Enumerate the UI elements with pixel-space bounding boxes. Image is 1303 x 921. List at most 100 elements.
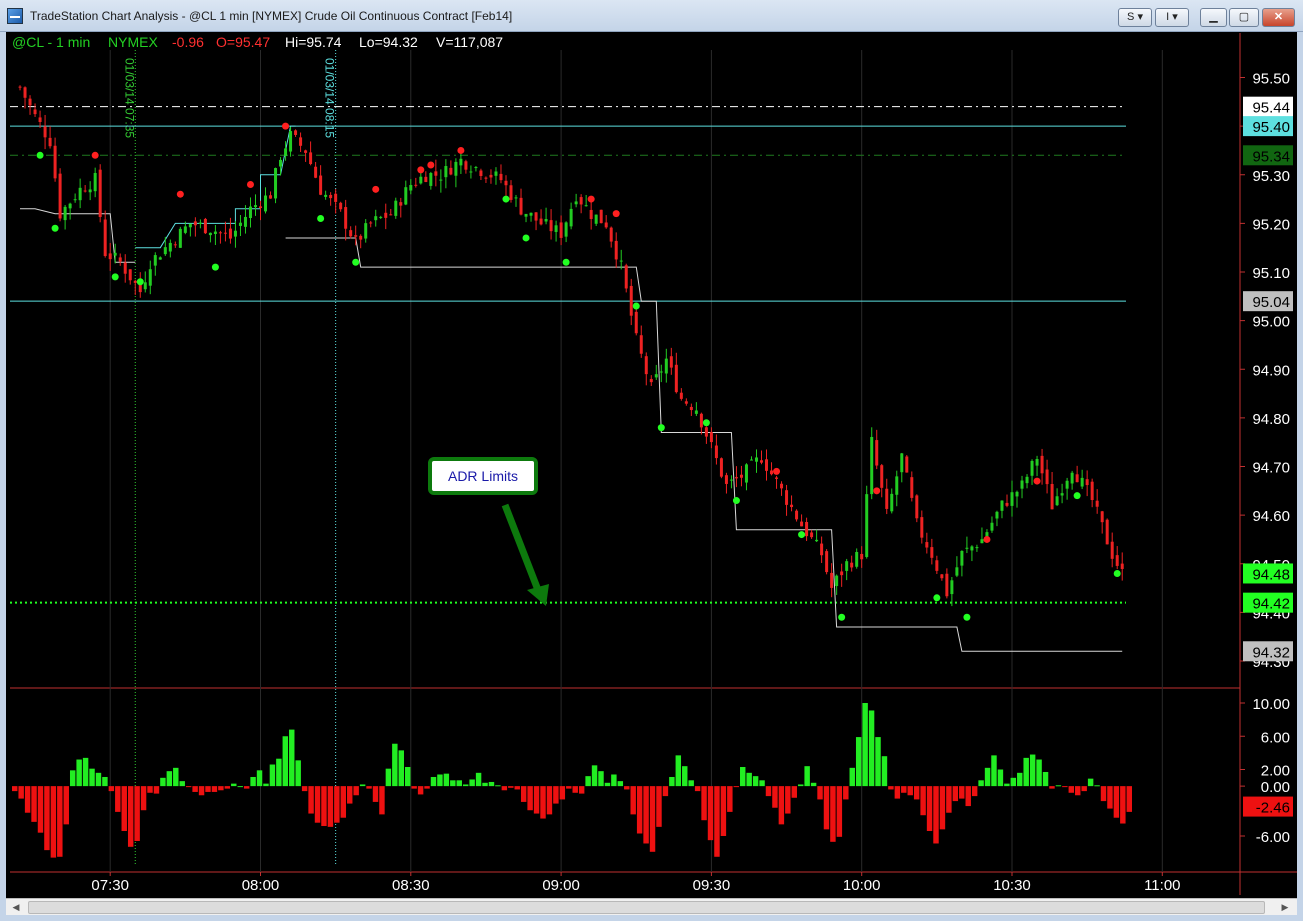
oscillator-bar	[147, 786, 153, 793]
candle-body	[679, 392, 683, 399]
candle-body	[284, 148, 288, 156]
scroll-left-icon[interactable]: ◀	[8, 900, 24, 914]
buy-signal-dot	[933, 594, 941, 602]
candle-body	[765, 459, 769, 471]
candle-body	[780, 483, 784, 489]
candle-body	[554, 225, 558, 232]
candle-body	[349, 230, 353, 237]
oscillator-bar	[759, 780, 765, 787]
candle-body	[734, 477, 738, 479]
oscillator-bar	[630, 786, 636, 815]
buy-signal-dot	[36, 151, 44, 159]
candle-body	[775, 477, 779, 479]
oscillator-bar	[636, 786, 643, 834]
oscillator-bar	[308, 786, 314, 814]
oscillator-bar	[404, 767, 411, 787]
scroll-right-icon[interactable]: ▶	[1277, 900, 1293, 914]
candle-body	[379, 216, 383, 218]
sell-signal-dot	[457, 146, 465, 154]
oscillator-bar	[127, 786, 134, 847]
oscillator-bar	[282, 736, 289, 787]
price-marker-label: 94.32	[1252, 644, 1290, 661]
candle-body	[1060, 493, 1064, 496]
oscillator-bar	[256, 770, 263, 787]
candle-body	[790, 504, 794, 508]
candle-body	[674, 364, 678, 393]
candle-body	[925, 542, 929, 548]
candle-body	[294, 130, 298, 135]
candle-body	[1115, 555, 1119, 566]
oscillator-bar	[12, 786, 18, 792]
candle-body	[975, 547, 979, 549]
time-axis-label: 08:30	[392, 877, 430, 894]
scrollbar-thumb[interactable]	[28, 901, 1265, 914]
candle-body	[684, 401, 688, 404]
candle-body	[429, 173, 433, 186]
oscillator-bar	[1036, 759, 1042, 787]
oscillator-bar	[211, 786, 218, 792]
oscillator-bar	[1023, 757, 1029, 787]
candle-body	[404, 187, 408, 205]
horizontal-scrollbar[interactable]: ◀ ▶	[6, 898, 1297, 915]
candle-body	[1010, 492, 1014, 506]
oscillator-bar	[469, 779, 475, 787]
oscillator-bar	[598, 771, 604, 787]
candle-body	[589, 209, 593, 219]
candle-body	[850, 562, 854, 568]
candle-body	[1055, 496, 1059, 506]
price-axis-label: 95.50	[1252, 71, 1290, 88]
price-marker-label: 94.42	[1252, 596, 1290, 613]
time-axis-label: 10:00	[843, 877, 881, 894]
candle-body	[399, 202, 403, 206]
candle-body	[1035, 458, 1039, 466]
chart-canvas[interactable]: 01/03/14 07:3501/03/14 08:1595.5095.4095…	[0, 0, 1303, 921]
buy-signal-dot	[657, 424, 665, 432]
oscillator-bar	[192, 786, 198, 792]
price-marker-label: 95.34	[1252, 148, 1290, 165]
candle-body	[1120, 563, 1124, 569]
candle-body	[73, 199, 77, 201]
candle-body	[118, 257, 122, 262]
oscillator-bar	[1126, 786, 1132, 812]
oscillator-bar	[398, 750, 404, 787]
oscillator-bar	[495, 785, 501, 787]
time-axis-label: 09:00	[542, 877, 580, 894]
candle-body	[1105, 519, 1109, 545]
candle-body	[714, 445, 718, 459]
candle-body	[539, 218, 543, 225]
oscillator-bar	[965, 786, 971, 807]
oscillator-bar	[643, 786, 649, 844]
sell-signal-dot	[587, 195, 595, 203]
candle-body	[584, 205, 588, 207]
oscillator-bar	[1120, 786, 1126, 824]
sell-signal-dot	[612, 210, 620, 218]
oscillator-bar	[475, 772, 482, 787]
oscillator-bar	[321, 786, 327, 827]
buy-signal-dot	[732, 497, 740, 505]
candle-body	[1080, 477, 1084, 487]
oscillator-bar	[785, 786, 791, 814]
oscillator-bar	[611, 774, 617, 787]
candle-body	[1095, 500, 1099, 507]
oscillator-bar	[533, 786, 540, 814]
candle-body	[574, 201, 578, 205]
candle-body	[93, 172, 97, 192]
oscillator-bar	[1042, 771, 1049, 787]
oscillator-bar	[778, 786, 785, 825]
candle-body	[825, 551, 829, 573]
buy-signal-dot	[111, 273, 119, 281]
candle-body	[564, 222, 568, 237]
oscillator-bar	[585, 776, 591, 787]
candle-body	[354, 235, 358, 237]
candle-body	[168, 242, 172, 252]
oscillator-bar	[1029, 754, 1036, 787]
candle-body	[53, 145, 57, 179]
buy-signal-dot	[502, 195, 510, 203]
adr-limits-callout: ADR Limits	[428, 457, 538, 495]
oscillator-bar	[385, 768, 392, 787]
candle-body	[359, 235, 363, 240]
candle-body	[990, 522, 994, 531]
oscillator-bar	[443, 773, 450, 787]
oscillator-bar	[89, 768, 95, 787]
status-open: O=95.47	[216, 34, 271, 50]
